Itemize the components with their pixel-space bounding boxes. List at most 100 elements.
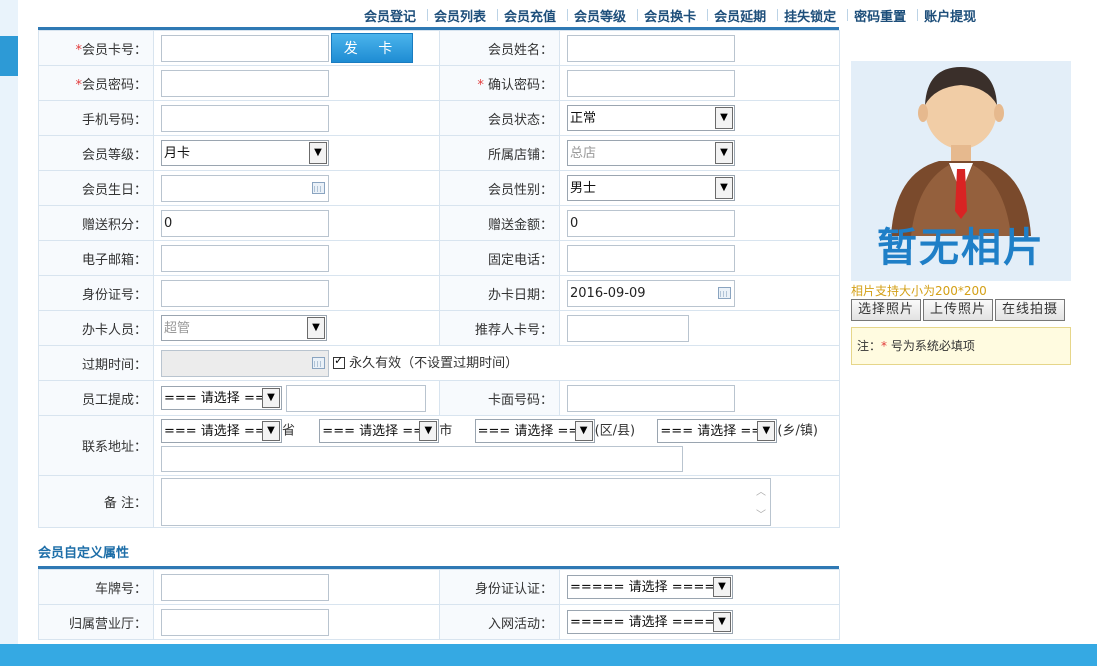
photo-panel: 暂无相片 相片支持大小为200*200 选择照片 上传照片 在线拍摄 注：* 号… — [851, 61, 1071, 365]
scroll-up-icon[interactable]: ︿ — [756, 483, 766, 498]
label-card-no: *会员卡号： — [38, 30, 154, 66]
issue-card-button[interactable]: 发 卡 — [331, 33, 413, 63]
avatar-placeholder-icon — [891, 67, 1031, 236]
label-name: 会员姓名： — [439, 30, 560, 66]
chevron-down-icon: ▼ — [419, 421, 438, 441]
required-note: 注：* 号为系统必填项 — [851, 327, 1071, 365]
city-suffix: 市 — [439, 423, 453, 439]
row-birthday-gender: 会员生日： 会员性别： 男士 ▼ — [38, 170, 840, 206]
row-remark: 备 注： ︿ ﹀ — [38, 475, 840, 528]
operator-select: 超管 ▼ — [161, 315, 327, 341]
take-photo-button[interactable]: 在线拍摄 — [995, 299, 1066, 321]
chevron-down-icon: ▼ — [715, 107, 733, 129]
nav-withdraw[interactable]: 账户提现 — [920, 6, 990, 25]
plate-input[interactable] — [161, 573, 329, 601]
district-select[interactable]: === 请选择 === ▼ — [474, 419, 595, 443]
label-gender: 会员性别： — [439, 170, 560, 206]
label-remark: 备 注： — [38, 475, 154, 528]
province-select[interactable]: === 请选择 === ▼ — [161, 419, 282, 443]
label-plate: 车牌号： — [38, 569, 154, 605]
card-no-input[interactable] — [161, 34, 329, 62]
row-level-store: 会员等级： 月卡 ▼ 所属店铺： 总店 ▼ — [38, 135, 840, 171]
row-branch-activity: 归属营业厅： 入网活动： ===== 请选择 ===== ▼ — [38, 604, 840, 640]
label-password: *会员密码： — [38, 65, 154, 101]
row-id-date: 身份证号： 办卡日期： 2016-09-09 — [38, 275, 840, 311]
label-bonus-amount: 赠送金额： — [439, 205, 560, 241]
scroll-down-icon[interactable]: ﹀ — [756, 506, 766, 521]
email-input[interactable] — [161, 244, 329, 272]
nav-member-list[interactable]: 会员列表 — [430, 6, 500, 25]
custom-attr-table: 车牌号： 身份证认证： ===== 请选择 ===== ▼ 归属营业厅： 入网活动… — [38, 569, 840, 640]
label-referrer: 推荐人卡号： — [439, 310, 560, 346]
custom-section-title: 会员自定义属性 — [38, 546, 130, 561]
label-id-verify: 身份证认证： — [439, 569, 560, 605]
label-phone: 固定电话： — [439, 240, 560, 276]
gender-select[interactable]: 男士 ▼ — [567, 175, 735, 201]
remark-textarea[interactable]: ︿ ﹀ — [161, 477, 771, 526]
id-card-input[interactable] — [161, 279, 329, 307]
label-id-card: 身份证号： — [38, 275, 154, 311]
row-commission-face: 员工提成： === 请选择 === ▼ 卡面号码： — [38, 380, 840, 416]
label-email: 电子邮箱： — [38, 240, 154, 276]
issue-date-input[interactable]: 2016-09-09 — [567, 279, 735, 307]
chevron-down-icon: ▼ — [715, 142, 733, 164]
row-mobile-status: 手机号码： 会员状态： 正常 ▼ — [38, 100, 840, 136]
city-select[interactable]: === 请选择 === ▼ — [319, 419, 440, 443]
row-address: 联系地址： === 请选择 === ▼ 省 === 请选择 === ▼ 市 === 请选… — [38, 415, 840, 476]
chevron-down-icon: ▼ — [757, 421, 776, 441]
bonus-points-input[interactable]: 0 — [161, 209, 329, 237]
row-bonus: 赠送积分： 0 赠送金额： 0 — [38, 205, 840, 241]
nav-member-register[interactable]: 会员登记 — [360, 6, 430, 25]
birthday-input[interactable] — [161, 174, 329, 202]
permanent-checkbox[interactable] — [333, 354, 346, 369]
nav-member-extend[interactable]: 会员延期 — [710, 6, 780, 25]
bottom-bar — [0, 644, 1097, 666]
chevron-down-icon: ▼ — [262, 388, 280, 408]
chevron-down-icon: ▼ — [713, 577, 731, 597]
commission-input[interactable] — [286, 384, 427, 412]
left-sidebar-edge — [0, 0, 18, 666]
mobile-input[interactable] — [161, 104, 329, 132]
calendar-icon[interactable] — [312, 181, 325, 194]
no-photo-text: 暂无相片 — [877, 225, 1045, 271]
label-expire: 过期时间： — [38, 345, 154, 381]
label-operator: 办卡人员： — [38, 310, 154, 346]
nav-loss-lock[interactable]: 挂失锁定 — [780, 6, 850, 25]
chevron-down-icon: ▼ — [309, 142, 327, 164]
member-form-table: *会员卡号： 发 卡 会员姓名： *会员密码： * 确认密码： 手机号码： 会员… — [38, 30, 840, 528]
label-commission: 员工提成： — [38, 380, 154, 416]
bonus-amount-input[interactable]: 0 — [567, 209, 735, 237]
nav-card-replace[interactable]: 会员换卡 — [640, 6, 710, 25]
row-password: *会员密码： * 确认密码： — [38, 65, 840, 101]
upload-photo-button[interactable]: 上传照片 — [923, 299, 994, 321]
confirm-password-input[interactable] — [567, 69, 735, 97]
commission-select[interactable]: === 请选择 === ▼ — [161, 386, 282, 410]
branch-input[interactable] — [161, 608, 329, 636]
name-input[interactable] — [567, 34, 735, 62]
sidebar-toggle-tab[interactable] — [0, 36, 18, 76]
label-level: 会员等级： — [38, 135, 154, 171]
label-confirm-password: * 确认密码： — [439, 65, 560, 101]
phone-input[interactable] — [567, 244, 735, 272]
label-bonus-points: 赠送积分： — [38, 205, 154, 241]
nav-member-level[interactable]: 会员等级 — [570, 6, 640, 25]
level-select[interactable]: 月卡 ▼ — [161, 140, 329, 166]
label-status: 会员状态： — [439, 100, 560, 136]
expire-input — [161, 349, 329, 377]
calendar-icon[interactable] — [718, 286, 731, 299]
face-no-input[interactable] — [567, 384, 735, 412]
password-input[interactable] — [161, 69, 329, 97]
permanent-label: 永久有效（不设置过期时间） — [349, 355, 519, 371]
town-select[interactable]: === 请选择 === ▼ — [657, 419, 778, 443]
referrer-input[interactable] — [567, 314, 689, 342]
address-detail-input[interactable] — [161, 446, 683, 472]
nav-password-reset[interactable]: 密码重置 — [850, 6, 920, 25]
select-photo-button[interactable]: 选择照片 — [851, 299, 922, 321]
chevron-down-icon: ▼ — [262, 421, 280, 441]
status-select[interactable]: 正常 ▼ — [567, 105, 735, 131]
nav-member-recharge[interactable]: 会员充值 — [500, 6, 570, 25]
label-mobile: 手机号码： — [38, 100, 154, 136]
id-verify-select[interactable]: ===== 请选择 ===== ▼ — [567, 575, 733, 599]
row-plate-idverify: 车牌号： 身份证认证： ===== 请选择 ===== ▼ — [38, 569, 840, 605]
activity-select[interactable]: ===== 请选择 ===== ▼ — [567, 610, 733, 634]
